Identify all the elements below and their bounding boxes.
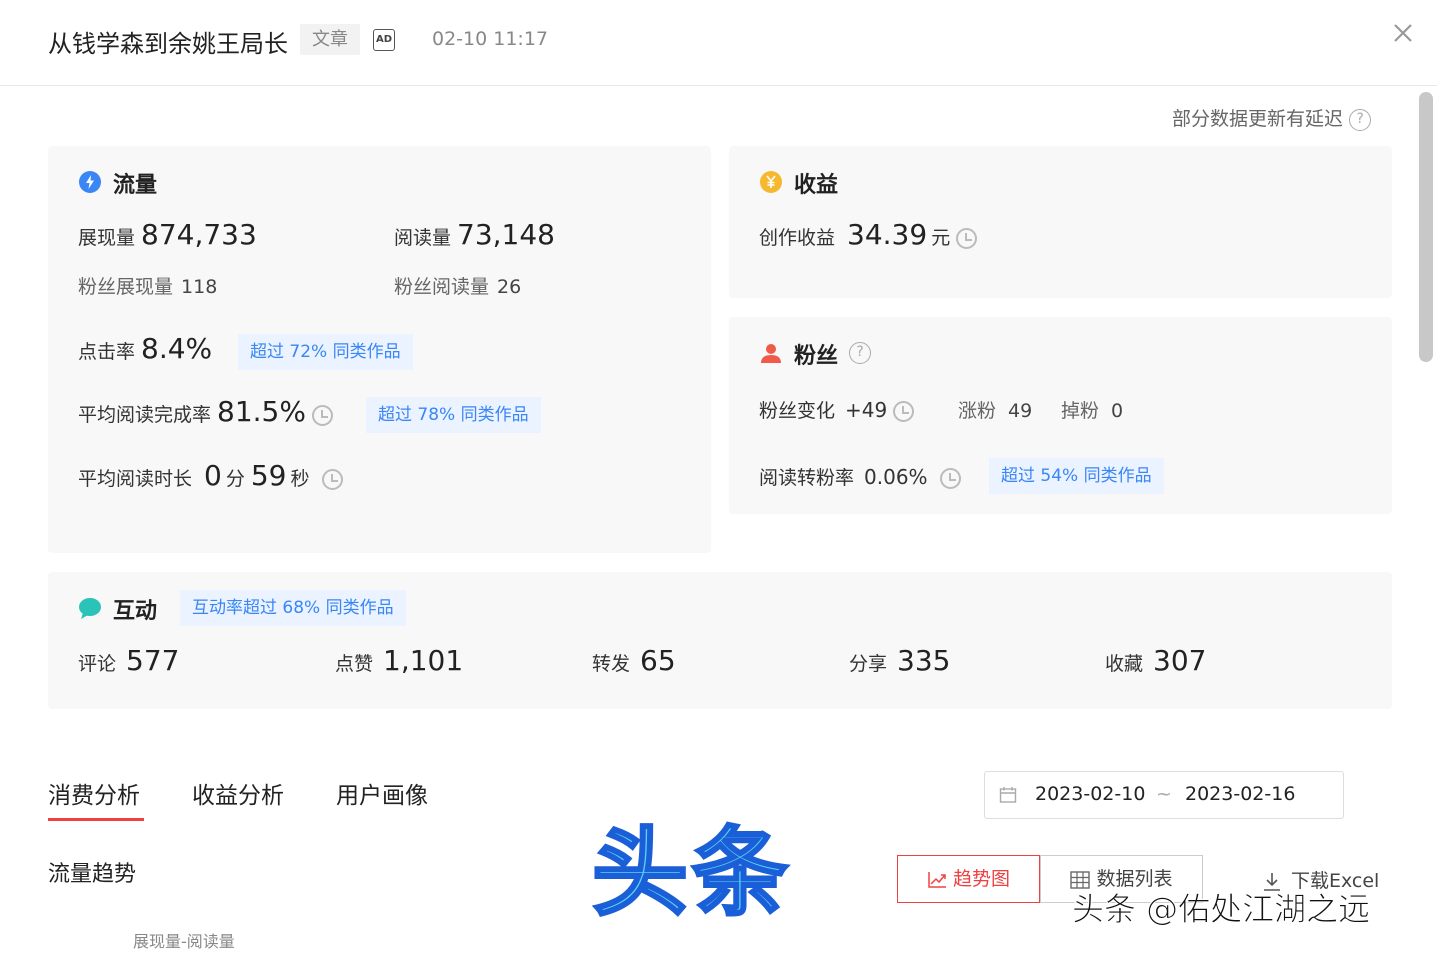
watermark-logo: 头条 bbox=[591, 816, 792, 931]
clock-icon bbox=[311, 405, 333, 426]
clock-icon bbox=[939, 468, 961, 489]
fans-gain: 涨粉 49 bbox=[958, 400, 1033, 422]
clock-icon bbox=[321, 469, 343, 490]
interaction-title: 互动 bbox=[113, 599, 158, 624]
data-delay-note: 部分数据更新有延迟 ? bbox=[1172, 104, 1372, 131]
comments: 评论 577 bbox=[78, 644, 180, 677]
start-date[interactable]: 2023-02-10 bbox=[1035, 783, 1145, 805]
date-range-picker[interactable]: 2023-02-10 ~ 2023-02-16 bbox=[984, 771, 1344, 819]
help-icon[interactable]: ? bbox=[1349, 108, 1372, 131]
income-title: 收益 bbox=[794, 173, 839, 198]
fans-change: 粉丝变化 +49 bbox=[759, 396, 915, 423]
help-icon[interactable]: ? bbox=[849, 342, 871, 364]
fan-reads: 粉丝阅读量 26 bbox=[394, 276, 522, 298]
clock-icon bbox=[956, 228, 978, 249]
click-rate: 点击率 8.4% bbox=[78, 332, 213, 365]
completion-rate: 平均阅读完成率 81.5% bbox=[78, 395, 333, 428]
creation-income: 创作收益 34.39 元 bbox=[759, 218, 978, 251]
reposts: 转发 65 bbox=[592, 644, 676, 677]
tab-consumption[interactable]: 消费分析 bbox=[48, 776, 140, 810]
traffic-card: 流量 展现量 874,733 阅读量 73,148 粉丝展现量 118 粉丝阅读量 26… bbox=[48, 146, 711, 553]
conv-badge: 超过 54% 同类作品 bbox=[989, 458, 1164, 494]
user-icon bbox=[761, 344, 781, 363]
completion-badge: 超过 78% 同类作品 bbox=[366, 397, 541, 433]
close-icon[interactable] bbox=[1390, 20, 1416, 46]
impressions: 展现量 874,733 bbox=[78, 218, 257, 251]
chart-legend-label: 展现量-阅读量 bbox=[133, 932, 235, 951]
interaction-card: 互动 互动率超过 68% 同类作品 评论 577 点赞 1,101 转发 65 分享 3… bbox=[48, 572, 1392, 709]
scrollbar-thumb[interactable] bbox=[1419, 92, 1433, 362]
favorites: 收藏 307 bbox=[1105, 644, 1207, 677]
calendar-icon bbox=[999, 787, 1017, 803]
tab-user-profile[interactable]: 用户画像 bbox=[336, 776, 428, 810]
fan-impressions: 粉丝展现量 118 bbox=[78, 276, 218, 298]
fans-title: 粉丝 bbox=[794, 344, 839, 369]
section-title: 流量趋势 bbox=[48, 862, 137, 887]
read-to-fan-rate: 阅读转粉率 0.06% bbox=[759, 463, 961, 490]
shares: 分享 335 bbox=[849, 644, 951, 677]
read-duration: 平均阅读时长 0 分 59 秒 bbox=[78, 459, 343, 492]
chat-bubble-icon bbox=[79, 598, 101, 619]
income-card: 收益 创作收益 34.39 元 bbox=[729, 146, 1392, 298]
fans-loss: 掉粉 0 bbox=[1061, 400, 1124, 422]
publish-time: 02-10 11:17 bbox=[432, 28, 549, 50]
clock-icon bbox=[893, 401, 915, 422]
fans-card: 粉丝 ? 粉丝变化 +49 涨粉 49 掉粉 0 阅读转粉率 0.06% 超过 54% … bbox=[729, 317, 1392, 514]
yen-coin-icon bbox=[760, 171, 782, 193]
dialog-header: 从钱学森到余姚王局长 文章 AD 02-10 11:17 bbox=[0, 0, 1437, 86]
traffic-icon bbox=[79, 171, 101, 193]
ad-icon: AD bbox=[373, 29, 395, 51]
interaction-badge: 互动率超过 68% 同类作品 bbox=[180, 590, 406, 626]
traffic-title: 流量 bbox=[113, 173, 158, 198]
likes: 点赞 1,101 bbox=[335, 644, 464, 677]
ctr-badge: 超过 72% 同类作品 bbox=[238, 334, 413, 370]
date-separator: ~ bbox=[1156, 783, 1172, 805]
article-type-tag: 文章 bbox=[300, 24, 360, 55]
active-tab-indicator bbox=[48, 818, 144, 821]
reads: 阅读量 73,148 bbox=[394, 218, 555, 251]
watermark-author: 头条 @佑处江湖之远 bbox=[1071, 890, 1371, 929]
trend-chart-button[interactable]: 趋势图 bbox=[897, 855, 1040, 903]
tab-income[interactable]: 收益分析 bbox=[192, 776, 284, 810]
article-title: 从钱学森到余姚王局长 bbox=[48, 30, 288, 58]
end-date[interactable]: 2023-02-16 bbox=[1185, 783, 1295, 805]
trend-chart-icon bbox=[928, 871, 946, 888]
